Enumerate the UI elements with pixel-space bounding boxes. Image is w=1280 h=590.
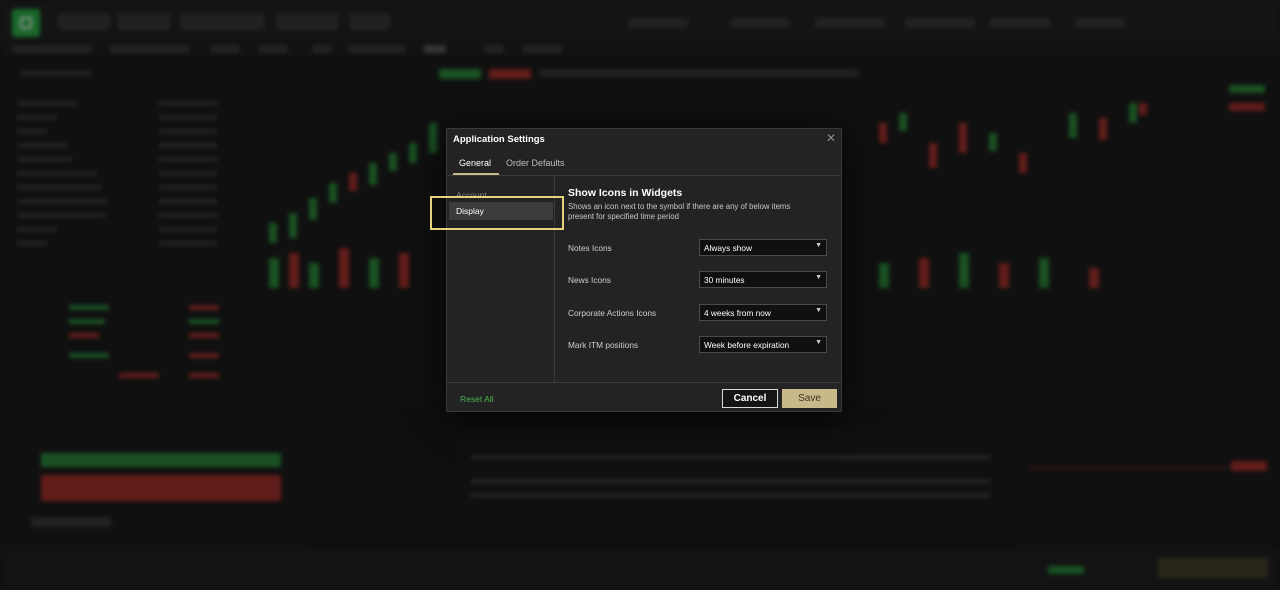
select-value: 4 weeks from now [704,308,771,318]
notes-icons-select[interactable]: Always show ▼ [699,239,827,256]
chevron-down-icon: ▼ [815,274,822,281]
chevron-down-icon: ▼ [815,242,822,249]
chevron-down-icon: ▼ [815,307,822,314]
dialog-title: Application Settings [453,134,545,145]
tab-general[interactable]: General [459,158,491,168]
setting-label: News Icons [568,275,611,285]
dialog-footer: Reset All Cancel Save [447,382,841,412]
chevron-down-icon: ▼ [815,339,822,346]
tab-order-defaults[interactable]: Order Defaults [506,158,565,168]
settings-tabs: General Order Defaults [447,153,841,176]
setting-label: Notes Icons [568,243,612,253]
corporate-actions-icons-select[interactable]: 4 weeks from now ▼ [699,304,827,321]
setting-label: Mark ITM positions [568,340,639,350]
mark-itm-positions-select[interactable]: Week before expiration ▼ [699,336,827,353]
setting-row-mark-itm-positions: Mark ITM positions Week before expiratio… [568,336,838,354]
active-tab-indicator [453,173,499,175]
cancel-button[interactable]: Cancel [722,389,778,408]
setting-row-corporate-actions-icons: Corporate Actions Icons 4 weeks from now… [568,304,838,322]
setting-row-notes-icons: Notes Icons Always show ▼ [568,239,838,257]
setting-row-news-icons: News Icons 30 minutes ▼ [568,271,838,289]
display-settings-section: Show Icons in Widgets Shows an icon next… [568,187,838,222]
section-title: Show Icons in Widgets [568,187,683,199]
setting-label: Corporate Actions Icons [568,308,657,318]
sidebar-item-display[interactable]: Display [449,202,553,220]
save-button[interactable]: Save [782,389,837,408]
sidebar-item-label: Display [456,206,484,216]
close-icon[interactable]: ✕ [826,131,836,145]
sidebar-item-account[interactable]: Account [456,190,487,200]
settings-sidebar: Account Display [447,176,555,382]
select-value: 30 minutes [704,275,745,285]
select-value: Always show [704,243,752,253]
news-icons-select[interactable]: 30 minutes ▼ [699,271,827,288]
reset-all-link[interactable]: Reset All [460,394,494,404]
select-value: Week before expiration [704,340,790,350]
section-description: Shows an icon next to the symbol if ther… [568,202,791,221]
application-settings-dialog: Application Settings ✕ General Order Def… [446,128,842,412]
